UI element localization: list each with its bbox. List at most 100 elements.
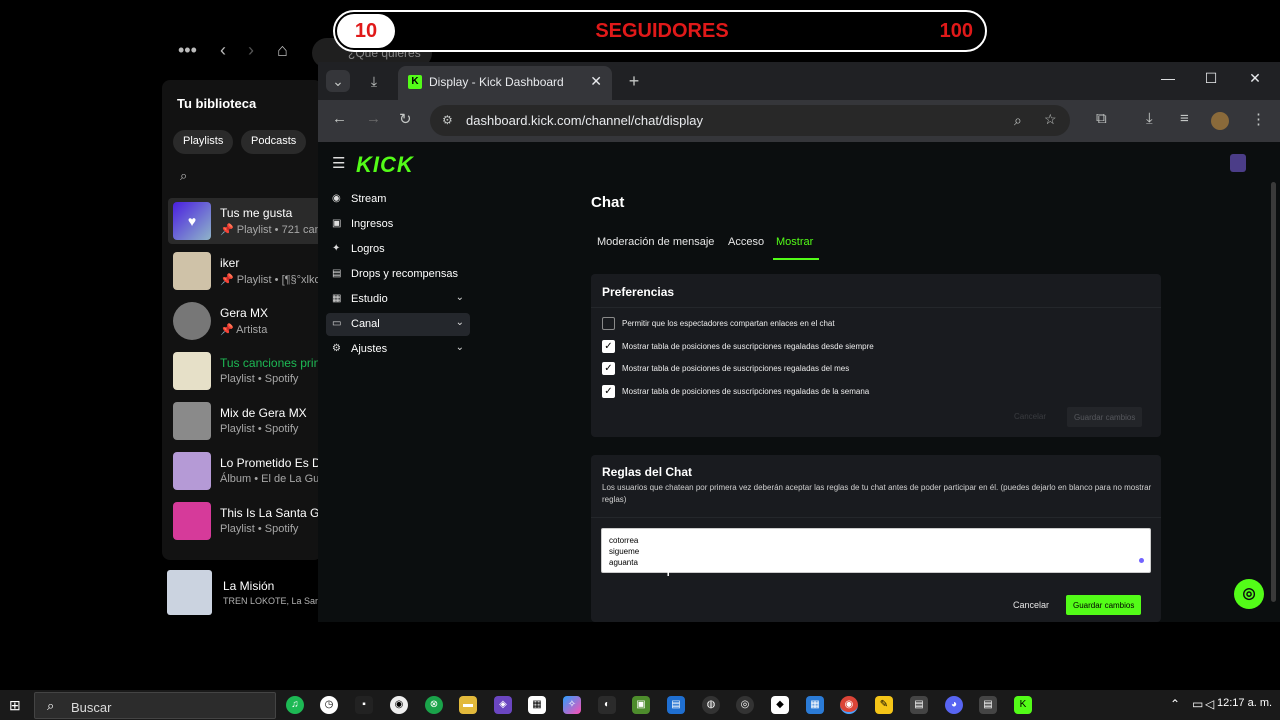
- page-scrollbar[interactable]: [1271, 182, 1276, 602]
- app-icon[interactable]: ▤: [667, 696, 685, 714]
- sidebar-item-logros[interactable]: ✦ Logros: [326, 238, 470, 261]
- downloads-icon[interactable]: ⤓: [1146, 110, 1153, 127]
- network-icon[interactable]: ▭: [1192, 697, 1203, 711]
- volume-icon[interactable]: ◁: [1205, 697, 1214, 711]
- checkbox[interactable]: [602, 317, 615, 330]
- copilot-icon[interactable]: ✧: [563, 696, 581, 714]
- app-icon[interactable]: ◐: [598, 696, 616, 714]
- sidebar-item-estudio[interactable]: ▦ Estudio ⌄: [326, 288, 470, 311]
- home-icon[interactable]: ⌂: [277, 40, 288, 61]
- rules-cancel-button[interactable]: Cancelar: [1013, 600, 1049, 610]
- tab-kick-dashboard[interactable]: K Display - Kick Dashboard ✕: [398, 66, 612, 100]
- follower-current: 10: [337, 14, 395, 48]
- checkbox-checked[interactable]: ✓: [602, 340, 615, 353]
- chip-playlists[interactable]: Playlists: [173, 130, 234, 154]
- grammar-indicator-icon: [1139, 558, 1144, 563]
- tab-mostrar[interactable]: Mostrar: [776, 236, 813, 248]
- sidebar-item-ingresos[interactable]: ▣ Ingresos: [326, 213, 470, 236]
- minimize-icon[interactable]: —: [1156, 70, 1180, 92]
- item-name: iker: [220, 256, 240, 270]
- library-item[interactable]: This Is La Santa Gr Playlist • Spotify: [168, 498, 322, 544]
- app-icon[interactable]: ▪: [355, 696, 373, 714]
- profile-avatar[interactable]: [1211, 112, 1229, 130]
- hamburger-menu-icon[interactable]: ☰: [332, 154, 345, 172]
- minecraft-icon[interactable]: ▣: [632, 696, 650, 714]
- preferences-cancel-button[interactable]: Cancelar: [1014, 412, 1046, 421]
- taskbar-search[interactable]: ⌕ Buscar: [34, 692, 276, 719]
- roblox-icon[interactable]: ◆: [771, 696, 789, 714]
- file-explorer-icon[interactable]: ▬: [459, 696, 477, 714]
- chrome-icon[interactable]: ◉: [840, 696, 858, 714]
- nav-label: Drops y recompensas: [351, 268, 458, 280]
- more-icon[interactable]: •••: [178, 40, 197, 61]
- app-icon[interactable]: ◈: [494, 696, 512, 714]
- kick-favicon-icon: K: [408, 75, 422, 89]
- sidebar-item-stream[interactable]: ◉ Stream: [326, 188, 470, 211]
- sidebar-item-ajustes[interactable]: ⚙ Ajustes ⌄: [326, 338, 470, 361]
- back-icon[interactable]: ‹: [220, 40, 226, 61]
- tray-chevron-icon[interactable]: ⌃: [1170, 697, 1180, 711]
- reload-icon[interactable]: ↻: [399, 110, 412, 128]
- sidebar-item-drops[interactable]: ▤ Drops y recompensas: [326, 263, 470, 286]
- app-icon[interactable]: ▦: [806, 696, 824, 714]
- spotify-app-icon[interactable]: ♫: [286, 696, 304, 714]
- windows-taskbar: ⊞ ⌕ Buscar ♫ ◷ ▪ ◉ ⊗ ▬ ◈ ▦ ✧ ◐ ▣ ▤ ◍ ◎ ◆…: [0, 690, 1280, 720]
- rules-textarea[interactable]: cotorrea sigueme aguanta: [601, 528, 1151, 573]
- clock-app-icon[interactable]: ◷: [320, 696, 338, 714]
- tab-moderacion[interactable]: Moderación de mensaje: [597, 236, 714, 248]
- now-playing-cover: [167, 570, 212, 615]
- user-avatar[interactable]: [1230, 154, 1246, 172]
- library-item[interactable]: Lo Prometido Es D Álbum • El de La Gui: [168, 448, 322, 494]
- library-item[interactable]: Mix de Gera MX Playlist • Spotify: [168, 398, 322, 444]
- forward-arrow-icon[interactable]: →: [366, 110, 381, 127]
- kick-app-icon[interactable]: K: [1014, 696, 1032, 714]
- help-support-icon[interactable]: ◎: [1234, 579, 1264, 609]
- option-label: Mostrar tabla de posiciones de suscripci…: [622, 387, 870, 396]
- preferences-save-button[interactable]: Guardar cambios: [1067, 407, 1143, 427]
- store-icon[interactable]: ▦: [528, 696, 546, 714]
- pin-icon: 📌: [220, 324, 234, 336]
- sidebar-item-canal[interactable]: ▭ Canal ⌄: [326, 313, 470, 336]
- now-playing-artist[interactable]: TREN LOKOTE, La San: [223, 596, 320, 606]
- new-tab-icon[interactable]: +: [622, 70, 646, 92]
- download-icon[interactable]: ⤓: [362, 70, 386, 92]
- chip-podcasts[interactable]: Podcasts: [241, 130, 307, 154]
- extensions-icon[interactable]: ⧉: [1096, 110, 1107, 127]
- back-arrow-icon[interactable]: ←: [332, 110, 347, 127]
- zoom-icon[interactable]: ⌕: [1014, 112, 1022, 129]
- obs-icon[interactable]: ◎: [736, 696, 754, 714]
- forward-icon[interactable]: ›: [248, 40, 254, 61]
- tab-acceso[interactable]: Acceso: [728, 236, 764, 248]
- discord-icon[interactable]: ◕: [945, 696, 963, 714]
- app-icon[interactable]: ✎: [875, 696, 893, 714]
- kick-logo[interactable]: KICK: [356, 152, 414, 178]
- taskbar-clock[interactable]: 12:17 a. m.: [1217, 697, 1272, 709]
- rules-save-button[interactable]: Guardar cambios: [1066, 595, 1142, 615]
- tab-close-icon[interactable]: ✕: [590, 73, 602, 90]
- maximize-icon[interactable]: ☐: [1199, 70, 1223, 92]
- app-icon[interactable]: ▤: [910, 696, 928, 714]
- tab-title: Display - Kick Dashboard: [429, 75, 564, 89]
- app-icon[interactable]: ◉: [390, 696, 408, 714]
- tab-search-icon[interactable]: ⌄: [326, 70, 350, 92]
- now-playing-title[interactable]: La Misión: [223, 579, 274, 593]
- media-control-icon[interactable]: ≡: [1180, 110, 1189, 127]
- library-item[interactable]: iker 📌 Playlist • [¶§°xlkc: [168, 248, 322, 294]
- library-title: Tu biblioteca: [177, 96, 257, 111]
- library-search-icon[interactable]: ⌕: [180, 168, 187, 184]
- xbox-icon[interactable]: ⊗: [425, 696, 443, 714]
- steam-icon[interactable]: ◍: [702, 696, 720, 714]
- library-item[interactable]: ♥ Tus me gusta 📌 Playlist • 721 canc: [168, 198, 322, 244]
- library-item[interactable]: Tus canciones prin Playlist • Spotify: [168, 348, 322, 394]
- bookmark-star-icon[interactable]: ☆: [1044, 111, 1057, 128]
- checkbox-checked[interactable]: ✓: [602, 362, 615, 375]
- option-label: Mostrar tabla de posiciones de suscripci…: [622, 342, 874, 351]
- library-item[interactable]: Gera MX 📌 Artista: [168, 298, 322, 344]
- app-icon[interactable]: ▤: [979, 696, 997, 714]
- close-window-icon[interactable]: ✕: [1243, 70, 1267, 92]
- address-bar[interactable]: ⚙ dashboard.kick.com/channel/chat/displa…: [430, 105, 1070, 136]
- site-info-icon[interactable]: ⚙: [442, 113, 453, 127]
- checkbox-checked[interactable]: ✓: [602, 385, 615, 398]
- windows-start-icon[interactable]: ⊞: [9, 697, 25, 713]
- menu-dots-icon[interactable]: ⋮: [1251, 110, 1266, 128]
